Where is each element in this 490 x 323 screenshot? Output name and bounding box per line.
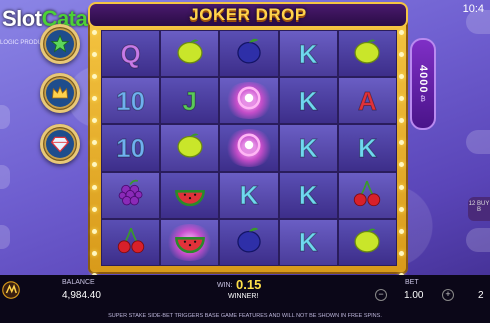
- bet-label: BET: [405, 279, 419, 286]
- lemon-icon: [350, 223, 384, 262]
- game-marquee: JOKER DROP: [88, 2, 408, 28]
- reel-cell: 10: [101, 124, 161, 172]
- symbol-a: A: [358, 85, 378, 116]
- game-title: JOKER DROP: [189, 5, 307, 24]
- reel-cell: [219, 77, 279, 125]
- symbol-q: Q: [120, 38, 141, 69]
- star-icon: [50, 34, 70, 53]
- reel-cell: [219, 218, 279, 266]
- bet-value: 1.00: [404, 290, 424, 301]
- wild-icon: [232, 81, 266, 120]
- cherries-icon: [350, 176, 384, 215]
- symbol-k: K: [358, 132, 378, 163]
- symbol-k: K: [298, 85, 318, 116]
- reel-cell: 10: [101, 77, 161, 125]
- symbol-k: K: [298, 180, 318, 211]
- lemon-icon: [173, 34, 207, 73]
- watermark-slot: Slot: [2, 6, 42, 31]
- balance-label: BALANCE: [62, 279, 95, 286]
- bet-increase-button[interactable]: +: [442, 289, 454, 301]
- stake-value: 4000: [417, 64, 429, 94]
- bulb-strip-right: [399, 30, 405, 278]
- symbol-k: K: [298, 132, 318, 163]
- plum-icon: [232, 34, 266, 73]
- symbol-k: K: [239, 180, 259, 211]
- reel-cell: [219, 30, 279, 78]
- reel-cell: [160, 30, 220, 78]
- disclaimer-text: SUPER STAKE SIDE-BET TRIGGERS BASE GAME …: [108, 313, 382, 319]
- reel-cell: [101, 171, 161, 219]
- watermelon-icon: [173, 176, 207, 215]
- reel-cell: [160, 218, 220, 266]
- reel-cell: [101, 218, 161, 266]
- diamond-icon: [50, 136, 70, 153]
- lemon-icon: [350, 34, 384, 73]
- bet-decrease-button[interactable]: −: [375, 289, 387, 301]
- reel-cell: K: [278, 124, 338, 172]
- cherries-icon: [114, 223, 148, 262]
- right-side-button[interactable]: [466, 130, 490, 154]
- reel-cell: K: [278, 77, 338, 125]
- side-tab[interactable]: [0, 105, 10, 129]
- reel-cell: [219, 124, 279, 172]
- balance-value: 4,984.40: [62, 290, 101, 301]
- reel-cell: A: [337, 77, 397, 125]
- reel-cell: K: [278, 30, 338, 78]
- symbol-k: K: [298, 38, 318, 69]
- reel-cell: [337, 218, 397, 266]
- symbol-k: K: [298, 227, 318, 258]
- reel-cell: [337, 30, 397, 78]
- feature-diamond-button[interactable]: [40, 124, 80, 164]
- watermelon-icon: [173, 223, 207, 262]
- provider-logo-icon: [2, 281, 20, 299]
- crown-icon: [52, 86, 68, 99]
- symbol-10: 10: [116, 132, 146, 163]
- reel-cell: K: [219, 171, 279, 219]
- reel-cell: K: [278, 171, 338, 219]
- stake-sub: ₿: [420, 96, 426, 104]
- plum-icon: [232, 223, 266, 262]
- reel-cell: [160, 171, 220, 219]
- buy-bonus-button[interactable]: 12 BUY B: [468, 197, 490, 221]
- side-tab[interactable]: [0, 225, 10, 249]
- feature-crown-button[interactable]: [40, 73, 80, 113]
- reel-cell: K: [278, 218, 338, 266]
- winner-message: WINNER!: [228, 293, 259, 300]
- wild-icon: [232, 128, 266, 167]
- total-value: 2: [478, 290, 484, 301]
- side-tab[interactable]: [0, 165, 10, 189]
- reel-cell: [160, 124, 220, 172]
- reel-cell: K: [337, 124, 397, 172]
- lemon-icon: [173, 128, 207, 167]
- stake-panel[interactable]: 4000 ₿: [410, 38, 436, 130]
- reel-cell: Q: [101, 30, 161, 78]
- reel-cell: [337, 171, 397, 219]
- reel-grid: Q K 10 J K A 10 K K K K K: [101, 30, 397, 266]
- win-label: WIN:: [217, 282, 233, 289]
- grapes-icon: [114, 176, 148, 215]
- feature-star-button[interactable]: [40, 24, 80, 64]
- symbol-10: 10: [116, 85, 146, 116]
- reel-cell: J: [160, 77, 220, 125]
- bulb-strip-left: [92, 30, 98, 278]
- right-menu-button[interactable]: [466, 10, 490, 34]
- right-side-button[interactable]: [466, 228, 490, 252]
- win-value: 0.15: [236, 277, 262, 292]
- symbol-j: J: [182, 85, 198, 116]
